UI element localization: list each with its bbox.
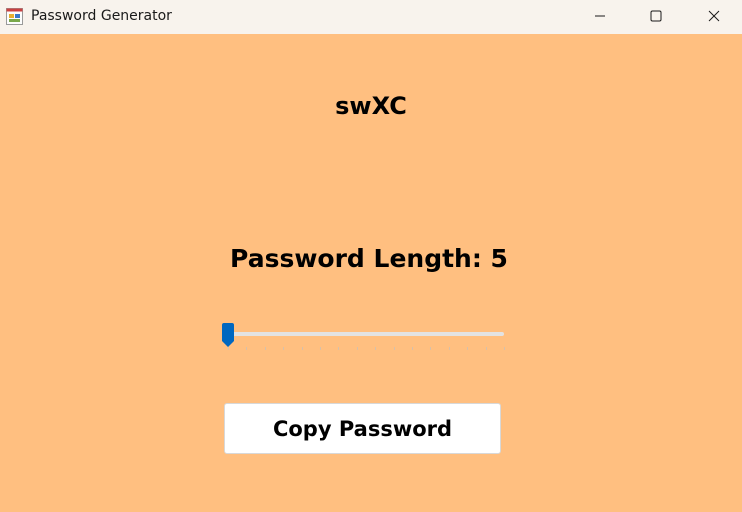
password-length-label: Password Length: 5: [230, 244, 508, 273]
close-button[interactable]: [686, 0, 742, 32]
slider-tick: [357, 347, 358, 350]
slider-tick: [265, 347, 266, 350]
close-icon: [708, 7, 720, 26]
copy-password-button[interactable]: Copy Password: [224, 403, 501, 454]
slider-tick: [430, 347, 431, 350]
minimize-button[interactable]: [572, 0, 628, 32]
slider-track: [224, 332, 504, 336]
generated-password-label: swXC: [335, 92, 407, 120]
slider-tick: [449, 347, 450, 350]
slider-tick: [504, 347, 505, 350]
maximize-button[interactable]: [628, 0, 684, 32]
slider-tick: [320, 347, 321, 350]
slider-ticks: [228, 347, 505, 350]
slider-tick: [394, 347, 395, 350]
password-length-slider[interactable]: [220, 321, 508, 353]
form-client-area: swXC Password Length: 5 Copy Password: [0, 34, 742, 512]
password-generator-window: Password Generator swXC Password Length:…: [0, 0, 742, 512]
maximize-icon: [650, 7, 662, 26]
slider-tick: [302, 347, 303, 350]
slider-tick: [246, 347, 247, 350]
slider-tick: [486, 347, 487, 350]
slider-tick: [283, 347, 284, 350]
title-bar[interactable]: Password Generator: [0, 0, 742, 34]
slider-thumb[interactable]: [220, 323, 236, 349]
slider-tick: [467, 347, 468, 350]
window-title: Password Generator: [31, 8, 172, 24]
minimize-icon: [594, 7, 606, 26]
form-app-icon: [6, 8, 23, 25]
slider-tick: [375, 347, 376, 350]
slider-tick: [412, 347, 413, 350]
slider-tick: [338, 347, 339, 350]
